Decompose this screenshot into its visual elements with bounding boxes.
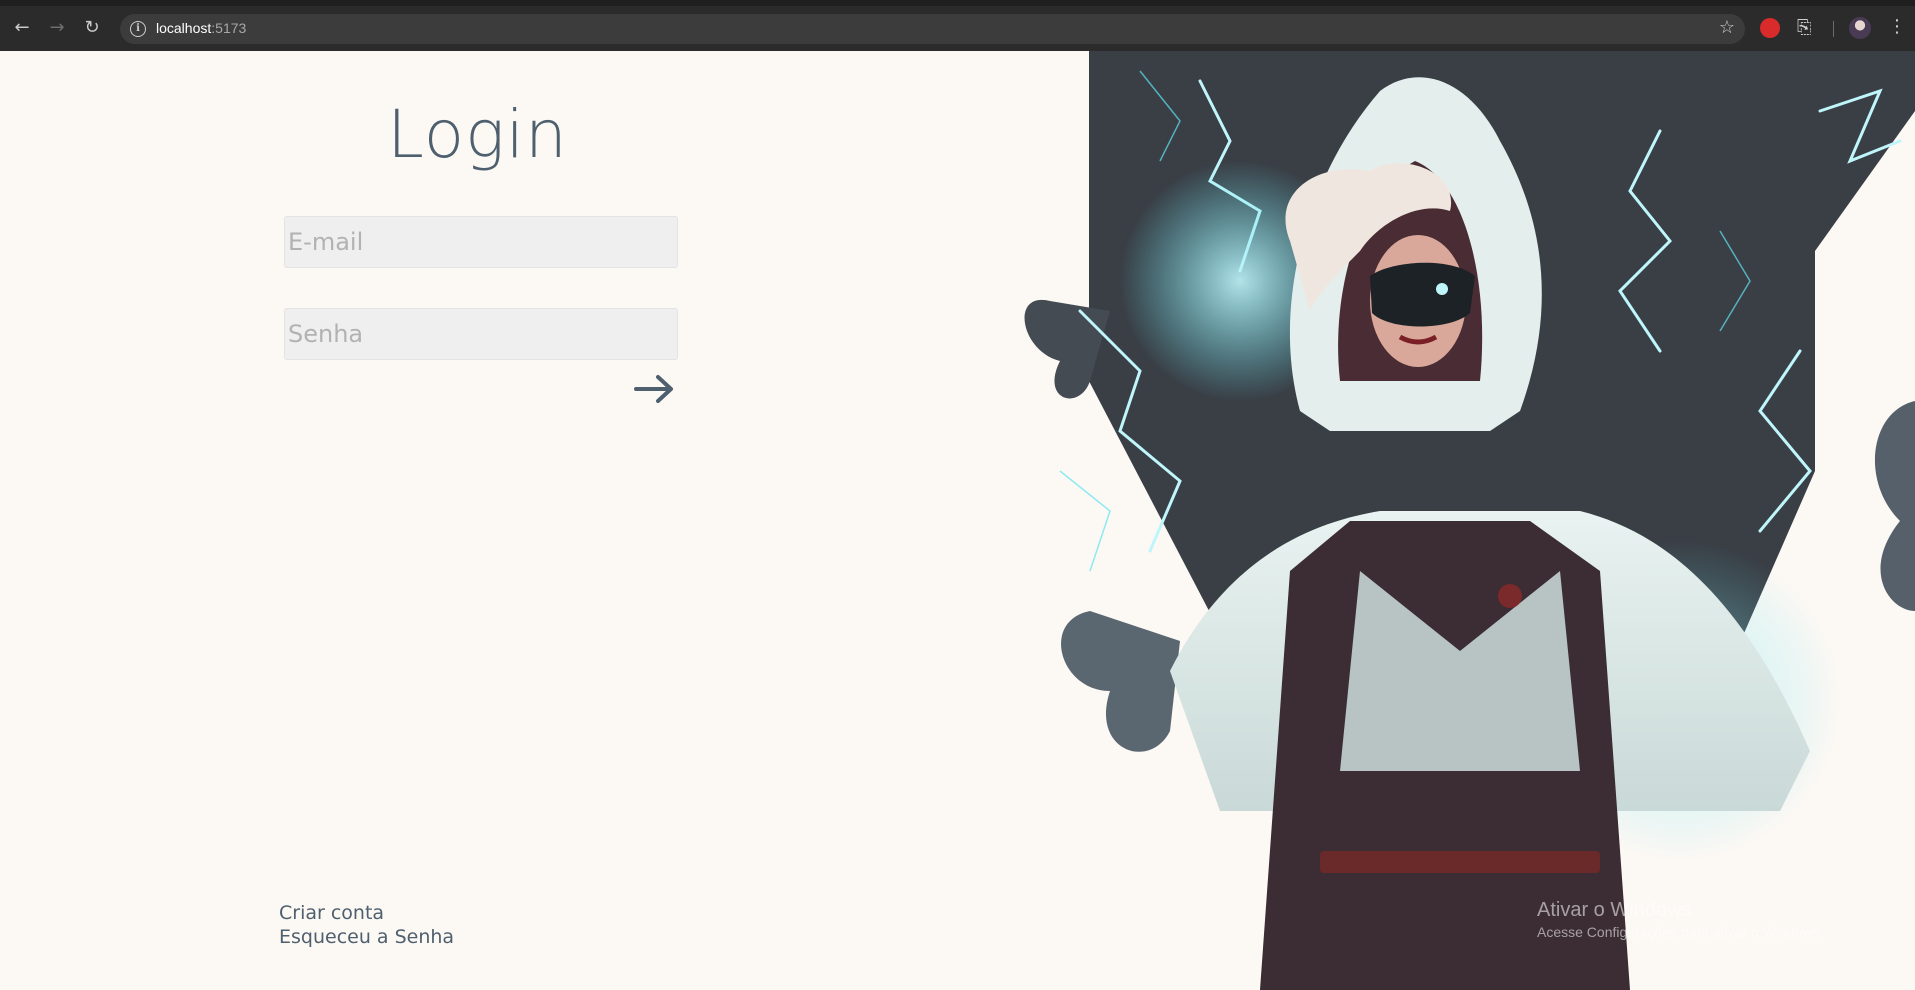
email-field[interactable] bbox=[284, 216, 678, 268]
url-text[interactable]: localhost:5173 bbox=[156, 20, 246, 36]
info-icon[interactable]: i bbox=[130, 21, 146, 37]
url-host: localhost bbox=[156, 20, 212, 36]
forgot-password-link[interactable]: Esqueceu a Senha bbox=[279, 925, 454, 949]
url-port: :5173 bbox=[211, 20, 247, 36]
back-icon[interactable]: ← bbox=[10, 16, 34, 40]
password-field[interactable] bbox=[284, 308, 678, 360]
menu-icon[interactable]: ⋮ bbox=[1888, 16, 1906, 38]
puzzle-icon[interactable]: ⎘ bbox=[1797, 18, 1817, 38]
star-icon[interactable]: ☆ bbox=[1719, 17, 1735, 38]
account-links: Criar conta Esqueceu a Senha bbox=[279, 901, 454, 949]
address-bar[interactable]: i localhost:5173 ☆ bbox=[120, 14, 1745, 44]
windows-activation-watermark: Ativar o Windows Acesse Configurações pa… bbox=[1537, 899, 1823, 940]
hero-illustration bbox=[1024, 51, 1915, 990]
browser-toolbar: ← → ↻ i localhost:5173 ☆ ⎘ ⋮ bbox=[0, 0, 1915, 51]
submit-button[interactable] bbox=[632, 369, 678, 409]
reload-icon[interactable]: ↻ bbox=[80, 16, 104, 40]
arrow-right-icon bbox=[634, 375, 673, 403]
watermark-subtitle: Acesse Configurações para ativar o Windo… bbox=[1537, 924, 1824, 940]
profile-avatar[interactable] bbox=[1849, 17, 1871, 39]
login-page: Login Criar conta Esqueceu a Senha bbox=[0, 51, 1915, 990]
page-title: Login bbox=[387, 96, 568, 173]
forward-icon[interactable]: → bbox=[45, 16, 69, 40]
create-account-link[interactable]: Criar conta bbox=[279, 901, 454, 925]
extension-icon[interactable] bbox=[1760, 18, 1780, 38]
toolbar-divider bbox=[1833, 21, 1834, 37]
watermark-title: Ativar o Windows bbox=[1537, 899, 1692, 921]
